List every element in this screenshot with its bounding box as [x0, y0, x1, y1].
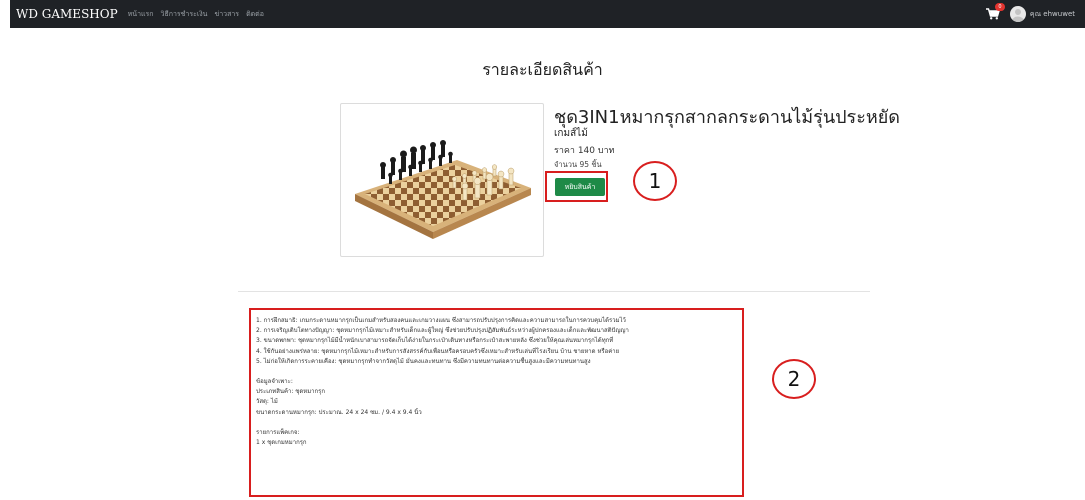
nav-item-payment[interactable]: วิธีการชำระเงิน [161, 9, 208, 20]
nav-item-home[interactable]: หน้าแรก [128, 9, 154, 20]
product-image [340, 103, 544, 257]
annotation-circle-1: 1 [633, 161, 677, 201]
feature-line: 4. ใช้กันอย่างแพร่หลาย: ชุดหมากรุกไม้เหม… [256, 347, 620, 355]
spec-line: วัสดุ: ไม้ [256, 398, 278, 406]
spec-title: ข้อมูลจำเพาะ: [256, 378, 293, 386]
feature-line: 2. การเจริญเติบโตทางปัญญา: ชุดหมากรุกไม้… [256, 327, 629, 335]
navbar-right: 0 คุณ ehwuwet [985, 0, 1075, 28]
package-title: รายการแพ็คเกจ: [256, 428, 300, 436]
feature-line: 3. ขนาดพกพา: ชุดหมากรุกไม้มีน้ำหนักเบาสา… [256, 337, 614, 345]
spec-line: ประเภทสินค้า: ชุดหมากรุก [256, 388, 326, 396]
product-quantity: จำนวน 95 ชิ้น [554, 160, 602, 169]
nav-item-contact[interactable]: ติดต่อ [246, 9, 264, 20]
product-description: 1. การฝึกสมาธิ: เกมกระดานหมากรุกเป็นเกมส… [256, 316, 740, 448]
feature-line: 1. การฝึกสมาธิ: เกมกระดานหมากรุกเป็นเกมส… [256, 317, 626, 324]
cart-count-badge: 0 [994, 3, 1005, 11]
user-name[interactable]: คุณ ehwuwet [1030, 9, 1075, 20]
page-title: รายละเอียดสินค้า [482, 60, 603, 79]
section-divider [238, 291, 870, 292]
annotation-box-1 [545, 171, 608, 202]
product-category: เกมส์ไม้ [554, 128, 588, 139]
annotation-circle-2: 2 [772, 359, 816, 399]
product-price: ราคา 140 บาท [554, 146, 615, 156]
feature-line: 5. ไม่ก่อให้เกิดการระคายเคือง: ชุดหมากรุ… [256, 357, 591, 365]
nav-item-news[interactable]: ข่าวสาร [214, 9, 239, 20]
top-navbar: WD GAMESHOP หน้าแรก วิธีการชำระเงิน ข่าว… [10, 0, 1085, 28]
product-name: ชุด3IN1หมากรุกสากลกระดานไม้รุ่นประหยัด [554, 107, 900, 128]
brand-logo[interactable]: WD GAMESHOP [16, 7, 118, 21]
user-avatar-icon[interactable] [1009, 6, 1026, 22]
package-line: 1 x ชุดเกมหมากรุก [256, 439, 307, 447]
cart-button[interactable]: 0 [985, 3, 1005, 20]
chess-board-image [355, 140, 531, 239]
spec-line: ขนาดกระดานหมากรุก: ประมาณ. 24 x 24 ซม. /… [256, 408, 422, 416]
